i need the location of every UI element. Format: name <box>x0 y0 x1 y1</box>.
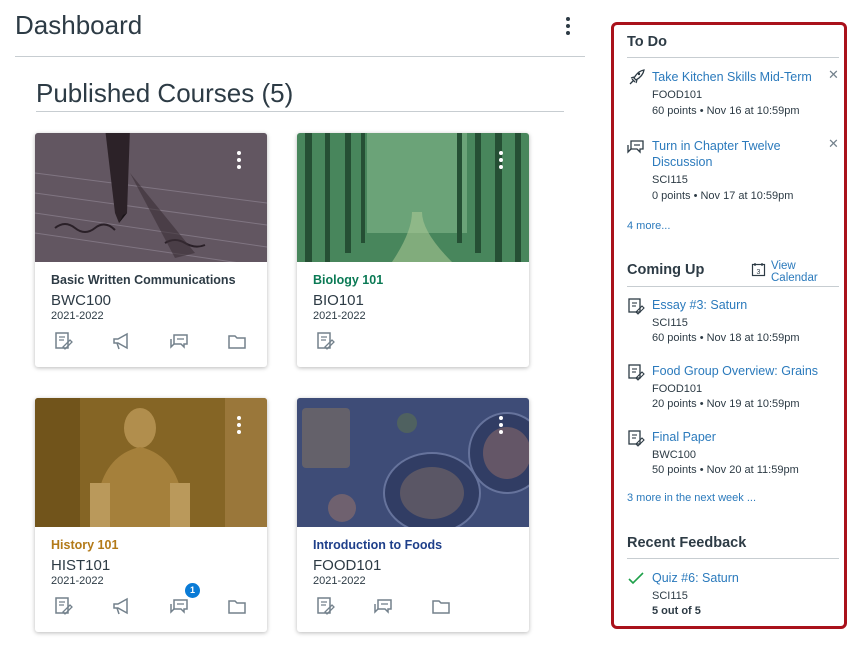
files-icon[interactable] <box>431 596 453 618</box>
section-title: Published Courses (5) <box>36 78 294 108</box>
coming-up-item-title[interactable]: Food Group Overview: Grains <box>652 363 842 379</box>
coming-up-item-details: 60 points • Nov 18 at 10:59pm <box>652 332 800 344</box>
coming-up-item-details: 20 points • Nov 19 at 10:59pm <box>652 398 800 410</box>
checkmark-icon <box>627 570 645 588</box>
course-card-menu-icon[interactable] <box>236 416 242 434</box>
coming-up-item-course: BWC100 <box>652 449 697 461</box>
coming-up-item-title[interactable]: Essay #3: Saturn <box>652 297 822 313</box>
coming-up-item-title[interactable]: Final Paper <box>652 429 822 445</box>
todo-more-link[interactable]: 4 more... <box>627 220 670 232</box>
coming-up-item-details: 50 points • Nov 20 at 11:59pm <box>652 464 799 476</box>
course-card-hist101[interactable]: History 101 HIST101 2021-2022 1 <box>35 398 267 632</box>
dashboard-sidebar: To Do Take Kitchen Skills Mid-Term FOOD1… <box>611 22 847 629</box>
dismiss-icon[interactable]: ✕ <box>828 67 839 83</box>
coming-up-more-link[interactable]: 3 more in the next week ... <box>627 492 756 504</box>
course-card-actions <box>35 596 267 620</box>
page-title: Dashboard <box>15 10 143 40</box>
rocket-icon <box>627 69 645 87</box>
announcements-icon[interactable] <box>111 331 133 353</box>
discussions-icon[interactable] <box>169 331 191 353</box>
dismiss-icon[interactable]: ✕ <box>828 136 839 152</box>
assignments-icon[interactable] <box>53 596 75 618</box>
recent-feedback-heading: Recent Feedback <box>627 535 747 551</box>
todo-item-title[interactable]: Take Kitchen Skills Mid-Term <box>652 69 822 85</box>
files-icon[interactable] <box>227 331 249 353</box>
course-card-bwc100[interactable]: Basic Written Communications BWC100 2021… <box>35 133 267 367</box>
coming-up-heading: Coming Up <box>627 262 705 278</box>
todo-item-title[interactable]: Turn in Chapter Twelve Discussion <box>652 138 802 170</box>
course-card-actions <box>297 331 529 355</box>
course-name[interactable]: Basic Written Communications <box>51 273 236 287</box>
course-card-menu-icon[interactable] <box>498 151 504 169</box>
course-code: FOOD101 <box>313 557 382 574</box>
course-term: 2021-2022 <box>51 310 104 322</box>
course-card-image[interactable] <box>35 133 267 262</box>
coming-up-divider <box>627 286 839 287</box>
discussions-icon[interactable] <box>373 596 395 618</box>
assignments-icon[interactable] <box>315 331 337 353</box>
course-code: BWC100 <box>51 292 112 309</box>
course-card-actions <box>35 331 267 355</box>
discussions-icon[interactable] <box>169 596 191 618</box>
course-code: HIST101 <box>51 557 111 574</box>
course-name[interactable]: Biology 101 <box>313 273 383 287</box>
calendar-icon: 3 <box>751 262 766 282</box>
todo-item-course: SCI115 <box>652 174 688 186</box>
assignment-icon <box>627 363 645 381</box>
assignments-icon[interactable] <box>315 596 337 618</box>
feedback-item-course: SCI115 <box>652 590 688 602</box>
view-calendar-label[interactable]: View Calendar <box>771 260 844 284</box>
dashboard-options-menu-icon[interactable] <box>565 17 571 35</box>
section-divider <box>36 111 564 112</box>
todo-divider <box>627 57 839 58</box>
feedback-item-title[interactable]: Quiz #6: Saturn <box>652 570 822 586</box>
course-term: 2021-2022 <box>51 575 104 587</box>
todo-item-details: 0 points • Nov 17 at 10:59pm <box>652 190 794 202</box>
coming-up-item-course: FOOD101 <box>652 383 703 395</box>
course-card-bio101[interactable]: Biology 101 BIO101 2021-2022 <box>297 133 529 367</box>
course-name[interactable]: History 101 <box>51 538 118 552</box>
course-card-menu-icon[interactable] <box>236 151 242 169</box>
svg-text:3: 3 <box>757 269 761 276</box>
course-card-image[interactable] <box>35 398 267 527</box>
todo-heading: To Do <box>627 34 667 50</box>
discussion-icon <box>627 138 645 156</box>
course-term: 2021-2022 <box>313 310 366 322</box>
course-card-actions <box>297 596 529 620</box>
title-divider <box>15 56 585 57</box>
todo-item-course: FOOD101 <box>652 89 703 101</box>
course-name[interactable]: Introduction to Foods <box>313 538 442 552</box>
todo-item-details: 60 points • Nov 16 at 10:59pm <box>652 105 800 117</box>
course-term: 2021-2022 <box>313 575 366 587</box>
assignment-icon <box>627 429 645 447</box>
course-code: BIO101 <box>313 292 364 309</box>
course-card-food101[interactable]: Introduction to Foods FOOD101 2021-2022 <box>297 398 529 632</box>
feedback-item-grade: 5 out of 5 <box>652 605 701 617</box>
coming-up-item-course: SCI115 <box>652 317 688 329</box>
assignment-icon <box>627 297 645 315</box>
course-card-image[interactable] <box>297 133 529 262</box>
files-icon[interactable] <box>227 596 249 618</box>
feedback-divider <box>627 558 839 559</box>
view-calendar-link[interactable]: 3 View Calendar <box>751 260 844 284</box>
assignments-icon[interactable] <box>53 331 75 353</box>
announcements-icon[interactable] <box>111 596 133 618</box>
course-card-menu-icon[interactable] <box>498 416 504 434</box>
course-card-image[interactable] <box>297 398 529 527</box>
